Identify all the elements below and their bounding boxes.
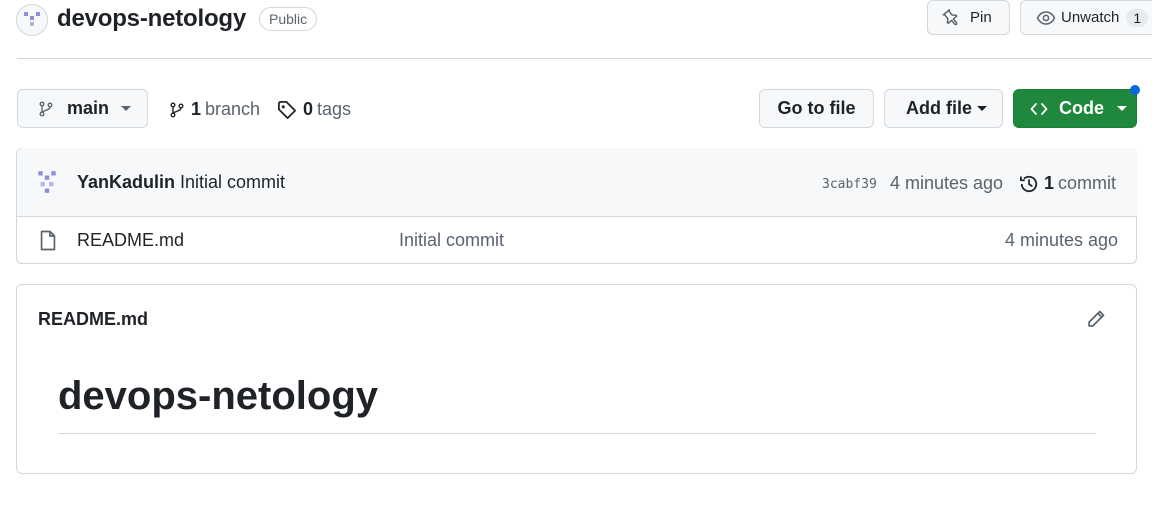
commit-history-link[interactable]: 1 commit (1019, 173, 1116, 194)
pin-icon (942, 8, 958, 25)
commit-label: commit (1058, 173, 1117, 193)
code-icon (1030, 102, 1048, 115)
pin-label: Pin (970, 9, 992, 26)
branch-label: branch (205, 99, 261, 119)
commit-message[interactable]: Initial commit (180, 172, 285, 193)
tag-icon (278, 100, 296, 119)
commit-count: 1 (1044, 173, 1055, 193)
header-divider (17, 58, 1152, 59)
chevron-down-icon (121, 106, 132, 111)
commit-time: 4 minutes ago (890, 173, 1004, 193)
tags-link[interactable]: 0 tags (277, 99, 351, 120)
table-row[interactable]: README.md Initial commit 4 minutes ago (17, 217, 1136, 263)
branch-selector-button[interactable]: main (17, 89, 148, 128)
unwatch-label: Unwatch (1061, 9, 1120, 26)
go-to-file-button[interactable]: Go to file (759, 89, 874, 128)
branch-count: 1 (191, 99, 202, 119)
chevron-down-icon (1117, 106, 1127, 111)
git-branch-icon (170, 102, 184, 117)
branch-name: main (67, 98, 110, 118)
file-time: 4 minutes ago (1005, 230, 1119, 250)
visibility-badge: Public (259, 7, 318, 31)
history-icon (1020, 175, 1038, 192)
watch-count: 1 (1126, 8, 1149, 27)
commit-author[interactable]: YanKadulin (77, 172, 175, 193)
repo-name[interactable]: devops-netology (57, 5, 246, 33)
chevron-down-icon (977, 106, 987, 111)
add-file-button[interactable]: Add file (884, 89, 1003, 128)
notification-dot (1130, 85, 1140, 95)
code-label: Code (1059, 98, 1104, 118)
file-commit-message[interactable]: Initial commit (399, 230, 504, 251)
unwatch-button[interactable]: Unwatch 1 (1020, 0, 1152, 35)
commit-summary: YanKadulin Initial commit (77, 172, 285, 193)
repo-owner-avatar[interactable] (16, 4, 48, 36)
readme-heading: devops-netology (58, 374, 379, 418)
file-name[interactable]: README.md (77, 230, 184, 251)
commit-sha[interactable]: 3cabf39 (822, 177, 877, 192)
branches-link[interactable]: 1 branch (169, 99, 260, 120)
tag-label: tags (317, 99, 352, 119)
pencil-icon[interactable] (1086, 309, 1106, 329)
identicon-icon (38, 171, 56, 193)
file-icon (40, 230, 56, 251)
eye-icon (1036, 10, 1056, 25)
tag-count: 0 (303, 99, 314, 119)
pin-button[interactable]: Pin (927, 0, 1010, 35)
code-button[interactable]: Code (1013, 89, 1137, 128)
git-branch-icon (39, 101, 53, 116)
add-file-label: Add file (906, 98, 972, 118)
readme-filename[interactable]: README.md (38, 309, 148, 330)
author-avatar[interactable] (33, 168, 61, 196)
heading-rule (58, 433, 1096, 434)
identicon-icon (24, 12, 40, 26)
